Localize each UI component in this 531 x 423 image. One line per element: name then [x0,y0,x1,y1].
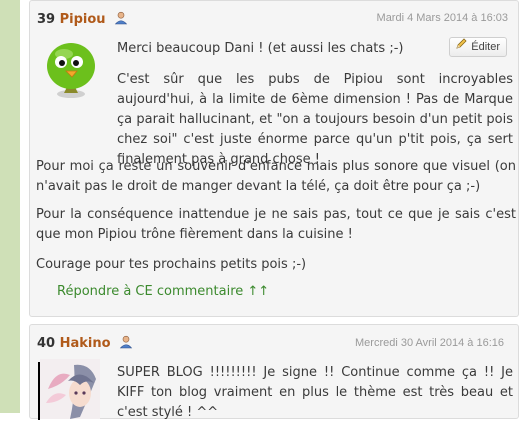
comment-date: Mercredi 30 Avril 2014 à 16:16 [355,337,504,349]
reply-link[interactable]: Répondre à CE commentaire ↑↑ [57,284,269,299]
comment-paragraph: Pour la conséquence inattendue je ne sai… [36,207,516,242]
comment-paragraph: Pour moi ça reste un souvenir d'enfance … [36,159,516,194]
comment-40: 40 Hakino Mercredi 30 Avril 2014 à 16:16… [29,324,519,420]
comment-author[interactable]: Pipiou [60,12,106,27]
text-cursor [38,362,40,420]
comment-paragraph: SUPER BLOG !!!!!!!!! Je signe !! Continu… [117,365,513,420]
user-icon [114,11,128,29]
left-decoration-bar [0,0,20,413]
edit-label: Éditer [471,41,500,53]
edit-button[interactable]: Éditer [449,37,507,57]
comment-number: 40 [37,336,56,351]
comment-header: 39 Pipiou [37,11,128,29]
comment-39: 39 Pipiou Mardi 4 Mars 2014 à 16:03 Édit… [29,0,519,317]
comment-date: Mardi 4 Mars 2014 à 16:03 [376,12,508,24]
pencil-icon [455,37,468,57]
avatar [44,41,98,99]
comment-author[interactable]: Hakino [60,336,111,351]
comment-header: 40 Hakino [37,335,133,353]
comment-number: 39 [37,12,56,27]
comment-paragraph: C'est sûr que les pubs de Pipiou sont in… [117,72,513,167]
user-icon [119,335,133,353]
comment-paragraph: Courage pour tes prochains petits pois ;… [36,257,307,272]
comment-paragraph: Merci beaucoup Dani ! (et aussi les chat… [117,41,404,56]
avatar [40,359,100,419]
